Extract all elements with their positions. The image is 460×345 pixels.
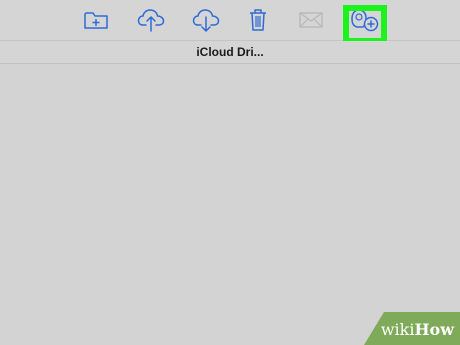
delete-button[interactable] <box>244 6 272 34</box>
trash-icon <box>248 8 268 32</box>
file-browser-area[interactable] <box>0 64 460 345</box>
highlight-box <box>343 5 387 44</box>
toolbar <box>0 0 460 44</box>
watermark-logo: wikiHow <box>381 320 454 339</box>
cloud-download-icon <box>192 8 220 32</box>
new-folder-button[interactable] <box>82 6 110 34</box>
watermark-part1: wiki <box>380 320 415 339</box>
mail-icon <box>298 10 324 30</box>
mail-button[interactable] <box>297 6 325 34</box>
watermark-part2: How <box>414 320 454 339</box>
title-bar: iCloud Dri... <box>0 41 460 64</box>
download-button[interactable] <box>192 6 220 34</box>
new-folder-icon <box>83 9 109 31</box>
upload-button[interactable] <box>137 6 165 34</box>
cloud-upload-icon <box>137 8 165 32</box>
window-title: iCloud Dri... <box>196 45 264 59</box>
